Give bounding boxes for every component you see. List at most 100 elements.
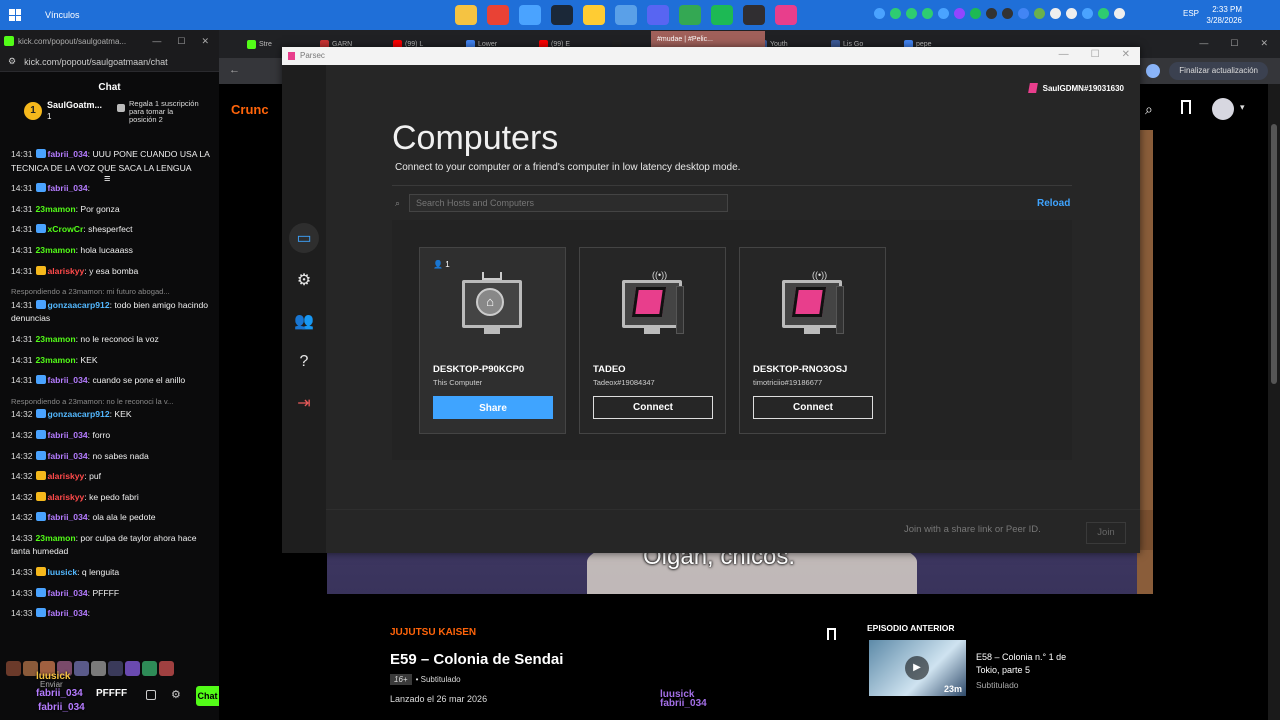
search-icon[interactable]: ⌕ <box>1145 101 1153 118</box>
chat-message[interactable]: 14:33 fabrii_034: <box>0 607 219 621</box>
tray-icon[interactable] <box>1098 8 1109 19</box>
top-gifter-name[interactable]: SaulGoatm... <box>47 100 102 110</box>
profile-avatar[interactable] <box>1146 64 1160 78</box>
close-icon[interactable]: ✕ <box>1122 49 1130 60</box>
connect-button[interactable]: Connect <box>753 396 873 419</box>
emote-icon[interactable] <box>159 661 174 676</box>
show-name-link[interactable]: JUJUTSU KAISEN <box>390 627 476 638</box>
store-icon[interactable] <box>583 5 605 25</box>
share-button[interactable]: Share <box>433 396 553 419</box>
photos-icon[interactable] <box>615 5 637 25</box>
message-username[interactable]: gonzaacarp912 <box>48 300 110 310</box>
message-username[interactable]: luusick <box>48 567 78 577</box>
message-username[interactable]: fabrii_034 <box>48 451 88 461</box>
chat-message[interactable]: 14:32 fabrii_034: no sabes nada <box>0 450 219 464</box>
gift-box-icon[interactable] <box>146 690 156 700</box>
search-hosts-input[interactable] <box>409 194 728 212</box>
tray-icon[interactable] <box>1066 8 1077 19</box>
message-username[interactable]: alariskyy <box>48 492 85 502</box>
tray-icon[interactable] <box>1114 8 1125 19</box>
host-card-this-computer[interactable]: 👤 1 ⌂ DESKTOP-P90KCP0 This Computer Shar… <box>419 247 566 434</box>
chat-message[interactable]: 14:31 fabrii_034: <box>0 182 219 196</box>
message-username[interactable]: 23mamon <box>36 334 76 344</box>
tray-icon[interactable] <box>1050 8 1061 19</box>
language-indicator[interactable]: ESP <box>1183 9 1199 18</box>
tray-icon[interactable] <box>954 8 965 19</box>
message-username[interactable]: 23mamon <box>36 245 76 255</box>
spotify-icon[interactable] <box>711 5 733 25</box>
bookmark-icon[interactable] <box>1181 100 1191 114</box>
parsec-user[interactable]: SaulGDMN#19031630 <box>1027 83 1124 93</box>
parsec-icon[interactable] <box>775 5 797 25</box>
tray-icon[interactable] <box>1018 8 1029 19</box>
chrome-profile-icon[interactable] <box>679 5 701 25</box>
obs-icon[interactable] <box>743 5 765 25</box>
chat-send-button[interactable]: Chat <box>196 686 219 706</box>
message-username[interactable]: 23mamon <box>36 355 76 365</box>
emote-icon[interactable] <box>125 661 140 676</box>
chrome-icon[interactable] <box>487 5 509 25</box>
chat-message[interactable]: 14:33 fabrii_034: PFFFF <box>0 587 219 601</box>
minimize-icon[interactable]: — <box>152 36 161 47</box>
discord-icon[interactable] <box>647 5 669 25</box>
host-card-tadeo[interactable]: ((•)) TADEO Tadeox#19084347 Connect <box>579 247 726 434</box>
chevron-down-icon[interactable]: ▾ <box>1240 102 1245 113</box>
tray-icon[interactable] <box>1002 8 1013 19</box>
chat-message[interactable]: 14:31 alariskyy: y esa bomba <box>0 265 219 279</box>
logout-icon[interactable]: ⇥ <box>294 393 314 413</box>
steam-icon[interactable] <box>551 5 573 25</box>
chat-messages[interactable]: 14:31 fabrii_034: UUU PONE CUANDO USA LA … <box>0 148 219 656</box>
chat-message[interactable]: 14:32 fabrii_034: ola ala le pedote <box>0 511 219 525</box>
chat-message[interactable]: 14:32 alariskyy: puf <box>0 470 219 484</box>
host-card-desktop-rno3osj[interactable]: ((•)) DESKTOP-RNO3OSJ timotriciio#191866… <box>739 247 886 434</box>
maximize-icon[interactable]: ☐ <box>1091 49 1100 60</box>
maximize-icon[interactable]: ☐ <box>177 36 185 47</box>
taskbar-links-label[interactable]: Vínculos <box>45 10 80 20</box>
reload-button[interactable]: Reload <box>1037 198 1070 209</box>
emote-icon[interactable] <box>6 661 21 676</box>
tray-icon[interactable] <box>906 8 917 19</box>
chat-message[interactable]: 14:33 luusick: q lenguita <box>0 566 219 580</box>
emote-icon[interactable] <box>74 661 89 676</box>
scrollbar-thumb[interactable] <box>1271 124 1277 384</box>
crunchyroll-logo[interactable]: Crunc <box>231 102 269 117</box>
chat-message[interactable]: 14:31 23mamon: KEK <box>0 354 219 368</box>
kick-url-bar[interactable]: ⚙ kick.com/popout/saulgoatmaan/chat <box>0 52 219 72</box>
message-username[interactable]: 23mamon <box>36 533 76 543</box>
message-username[interactable]: 23mamon <box>36 204 76 214</box>
close-icon[interactable]: ✕ <box>1260 38 1268 49</box>
tray-icon[interactable] <box>922 8 933 19</box>
maximize-icon[interactable]: ☐ <box>1230 38 1238 49</box>
tray-icon[interactable] <box>970 8 981 19</box>
tray-icon[interactable] <box>874 8 885 19</box>
emote-icon[interactable] <box>142 661 157 676</box>
clock[interactable]: 2:33 PM 3/28/2026 <box>1200 4 1242 26</box>
previous-episode-title[interactable]: E58 – Colonia n.° 1 de Tokio, parte 5 <box>976 651 1076 677</box>
chat-message[interactable]: 14:31 23mamon: no le reconoci la voz <box>0 333 219 347</box>
chat-message[interactable]: 14:31 23mamon: Por gonza <box>0 203 219 217</box>
chat-message[interactable]: 14:31 fabrii_034: cuando se pone el anill… <box>0 374 219 388</box>
back-icon[interactable]: ← <box>229 64 240 76</box>
chat-message[interactable]: 14:31 xCrowCr: shesperfect <box>0 223 219 237</box>
chat-message[interactable]: 14:31 gonzaacarp912: todo bien amigo haci… <box>0 299 219 326</box>
message-username[interactable]: fabrii_034 <box>48 588 88 598</box>
help-icon[interactable]: ? <box>294 352 314 372</box>
chat-message[interactable]: 14:33 23mamon: por culpa de taylor ahora … <box>0 532 219 559</box>
minimize-icon[interactable]: — <box>1059 49 1069 60</box>
join-peer-input[interactable]: Join with a share link or Peer ID. <box>904 524 1041 535</box>
chat-message[interactable]: 14:32 alariskyy: ke pedo fabri <box>0 491 219 505</box>
chat-message[interactable]: 14:32 fabrii_034: forro <box>0 429 219 443</box>
computers-nav-icon[interactable]: ▭ <box>289 223 319 253</box>
site-settings-icon[interactable]: ⚙ <box>8 56 16 67</box>
tray-icon[interactable] <box>890 8 901 19</box>
message-username[interactable]: fabrii_034 <box>48 183 88 193</box>
gear-icon[interactable]: ⚙ <box>171 688 181 701</box>
chat-message[interactable]: 14:31 23mamon: hola lucaaass <box>0 244 219 258</box>
message-username[interactable]: gonzaacarp912 <box>48 409 110 419</box>
chat-message[interactable]: 14:31 fabrii_034: UUU PONE CUANDO USA LA … <box>0 148 219 175</box>
user-avatar[interactable] <box>1212 98 1234 120</box>
emote-icon[interactable] <box>108 661 123 676</box>
message-username[interactable]: fabrii_034 <box>48 430 88 440</box>
episode-bookmark-icon[interactable] <box>827 628 836 640</box>
tray-icon[interactable] <box>986 8 997 19</box>
